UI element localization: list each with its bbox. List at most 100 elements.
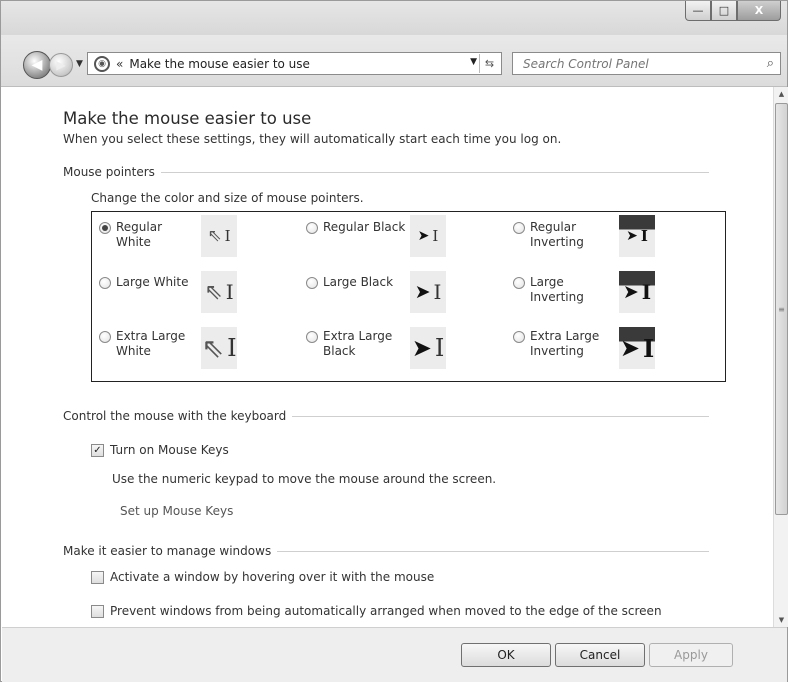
caption-buttons: — □ X [685,1,781,23]
option-label: Large White [116,275,189,289]
pointer-option-extra-large-inverting[interactable]: Extra Large Inverting [513,329,599,359]
maximize-button[interactable]: □ [711,1,737,21]
arrow-pointer-icon: ⇖ [204,279,223,305]
option-label: Black [323,344,356,358]
apply-button[interactable]: Apply [649,643,733,667]
vertical-scrollbar[interactable]: ▲ ≡ ▼ [773,87,788,627]
regular-white-preview: ⇖ I [201,215,237,257]
extra-large-white-preview: ⇖ I [201,327,237,369]
radio-button[interactable] [513,277,525,289]
hover-activate-label: Activate a window by hovering over it wi… [110,570,435,584]
radio-button[interactable] [513,331,525,343]
minimize-button[interactable]: — [685,1,711,21]
forward-button[interactable]: ▶ [49,53,73,77]
text-select-icon: I [640,227,648,245]
section-title: Mouse pointers [63,165,155,179]
address-dropdown-icon[interactable]: ▼ [470,57,477,67]
pointers-instruction: Change the color and size of mouse point… [91,191,364,205]
hover-activate-checkbox[interactable] [91,570,104,584]
accessibility-icon: ◉ [94,55,110,72]
prevent-arrange-row[interactable]: Prevent windows from being automatically… [91,604,662,618]
address-field[interactable]: ◉ « Make the mouse easier to use ▼ ⇆ [87,52,502,75]
pointer-option-large-inverting[interactable]: Large Inverting [513,275,584,305]
prevent-arrange-label: Prevent windows from being automatically… [110,604,662,618]
mouse-keys-checkbox[interactable]: ✓ [91,443,104,457]
cancel-button[interactable]: Cancel [555,643,645,667]
text-select-icon: I [432,227,439,245]
arrow-pointer-icon: ➤ [411,334,432,362]
breadcrumb-overflow-icon[interactable]: « [116,57,123,71]
search-input[interactable] [523,56,763,71]
text-select-icon: I [434,334,445,362]
option-label: Extra Large [116,329,186,343]
page-subtitle: When you select these settings, they wil… [63,132,562,146]
recent-pages-dropdown[interactable]: ▼ [76,59,83,69]
text-select-icon: I [433,280,442,304]
pointer-option-extra-large-white[interactable]: Extra Large White [99,329,185,359]
mouse-keys-label: Turn on Mouse Keys [110,443,229,457]
search-icon[interactable]: ⌕ [767,56,774,71]
pointer-option-regular-inverting[interactable]: Regular Inverting [513,220,584,250]
breadcrumb-current[interactable]: Make the mouse easier to use [129,57,310,71]
mouse-keys-checkbox-row[interactable]: ✓ Turn on Mouse Keys [91,443,229,457]
section-divider [277,550,709,552]
dialog-footer: OK Cancel Apply [2,627,787,682]
scroll-thumb[interactable]: ≡ [775,103,788,515]
radio-button[interactable] [306,331,318,343]
scroll-down-icon[interactable]: ▼ [774,613,788,627]
option-label: Regular Black [323,220,406,234]
section-mouse-pointers: Mouse pointers [63,165,709,179]
radio-button[interactable] [306,222,318,234]
radio-button[interactable] [99,277,111,289]
large-black-preview: ➤ I [410,271,446,313]
regular-inverting-preview: ➤ I [619,215,655,257]
option-label: White [116,235,151,249]
section-title: Control the mouse with the keyboard [63,409,287,423]
prevent-arrange-checkbox[interactable] [91,604,104,618]
scroll-up-icon[interactable]: ▲ [774,87,788,101]
extra-large-inverting-preview: ➤ I [619,327,655,369]
content-area: Make the mouse easier to use When you se… [2,87,773,627]
radio-button[interactable] [99,331,111,343]
chevron-down-icon: ▼ [76,59,83,69]
option-label: Inverting [530,235,584,249]
arrow-right-icon: ▶ [56,58,66,72]
ok-button[interactable]: OK [461,643,551,667]
arrow-pointer-icon: ➤ [619,334,640,362]
option-label: Extra Large [530,329,600,343]
mouse-keys-help: Use the numeric keypad to move the mouse… [112,472,497,486]
large-inverting-preview: ➤ I [619,271,655,313]
setup-mouse-keys-link[interactable]: Set up Mouse Keys [120,504,233,518]
extra-large-black-preview: ➤ I [410,327,446,369]
section-divider [160,171,709,173]
option-label: Regular [530,220,577,234]
back-button[interactable]: ◀ [23,51,51,79]
radio-button[interactable] [99,222,111,234]
hover-activate-row[interactable]: Activate a window by hovering over it wi… [91,570,434,584]
radio-button[interactable] [306,277,318,289]
option-label: Inverting [530,290,584,304]
pointer-option-extra-large-black[interactable]: Extra Large Black [306,329,392,359]
pointer-option-regular-white[interactable]: Regular White [99,220,162,250]
text-select-icon: I [642,333,655,363]
option-label: Regular [116,220,163,234]
section-divider [292,415,709,417]
pointer-option-large-white[interactable]: Large White [99,275,188,290]
section-title: Make it easier to manage windows [63,544,272,558]
arrow-pointer-icon: ➤ [414,281,431,303]
refresh-icon[interactable]: ⇆ [479,54,499,73]
radio-button[interactable] [513,222,525,234]
regular-black-preview: ➤ I [410,215,446,257]
text-select-icon: I [227,334,237,362]
section-manage-windows: Make it easier to manage windows [63,544,709,558]
search-box[interactable]: ⌕ [512,52,781,75]
close-button[interactable]: X [737,1,781,21]
large-white-preview: ⇖ I [201,271,237,313]
arrow-pointer-icon: ➤ [417,228,430,244]
page-title: Make the mouse easier to use [63,109,312,128]
text-select-icon: I [225,280,234,304]
pointer-scheme-group: Regular White ⇖ I Regular Black ➤ I Regular… [91,211,726,382]
text-select-icon: I [224,227,231,245]
pointer-option-regular-black[interactable]: Regular Black [306,220,405,235]
pointer-option-large-black[interactable]: Large Black [306,275,393,290]
